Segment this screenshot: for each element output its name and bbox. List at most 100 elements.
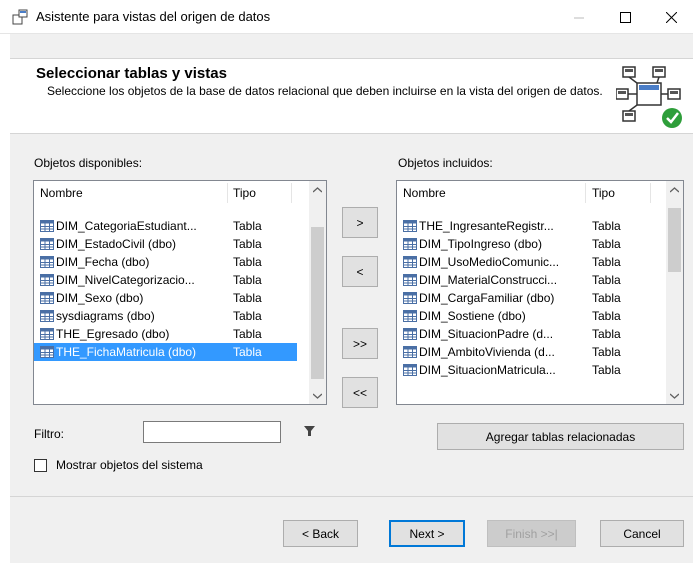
list-item[interactable]: DIM_EstadoCivil (dbo) Tabla [34,235,297,253]
table-icon [403,274,417,286]
item-name: DIM_UsoMedioComunic... [419,255,560,269]
item-type: Tabla [592,345,621,359]
item-type: Tabla [592,309,621,323]
list-item[interactable]: DIM_NivelCategorizacio... Tabla [34,271,297,289]
item-type: Tabla [233,309,262,323]
item-type: Tabla [233,255,262,269]
list-item[interactable]: DIM_Sexo (dbo) Tabla [34,289,297,307]
list-item[interactable]: DIM_Fecha (dbo) Tabla [34,253,297,271]
item-name: DIM_SituacionPadre (d... [419,327,554,341]
included-col-name[interactable]: Nombre [403,186,446,200]
page-title: Seleccionar tablas y vistas [36,65,227,82]
list-item[interactable]: DIM_SituacionMatricula... Tabla [397,361,654,379]
table-icon [40,328,54,340]
table-icon [40,274,54,286]
item-type: Tabla [592,291,621,305]
item-name: DIM_MaterialConstrucci... [419,273,558,287]
filter-funnel-icon[interactable] [304,426,315,437]
item-name: DIM_Fecha (dbo) [56,255,150,269]
list-item[interactable]: THE_FichaMatricula (dbo) Tabla [34,343,297,361]
list-item[interactable]: DIM_SituacionPadre (d... Tabla [397,325,654,343]
list-item[interactable]: DIM_CargaFamiliar (dbo) Tabla [397,289,654,307]
table-icon [403,346,417,358]
item-name: DIM_CategoriaEstudiant... [56,219,197,233]
list-item[interactable]: THE_IngresanteRegistr... Tabla [397,217,654,235]
cancel-button[interactable]: Cancel [600,520,684,547]
remove-selected-button[interactable]: < [342,256,378,287]
item-type: Tabla [233,327,262,341]
included-scrollbar[interactable] [666,181,683,404]
available-scroll-thumb[interactable] [311,227,324,379]
available-scrollbar[interactable] [309,181,326,404]
item-type: Tabla [592,273,621,287]
table-icon [40,292,54,304]
list-item[interactable]: DIM_AmbitoVivienda (d... Tabla [397,343,654,361]
item-name: THE_IngresanteRegistr... [419,219,554,233]
list-item[interactable]: sysdiagrams (dbo) Tabla [34,307,297,325]
item-name: DIM_Sexo (dbo) [56,291,144,305]
scroll-up-icon[interactable] [309,181,326,198]
scroll-down-icon[interactable] [666,387,683,404]
item-type: Tabla [233,219,262,233]
item-name: sysdiagrams (dbo) [56,309,155,323]
next-button[interactable]: Next > [389,520,465,547]
item-type: Tabla [592,327,621,341]
list-item[interactable]: DIM_MaterialConstrucci... Tabla [397,271,654,289]
window-title: Asistente para vistas del origen de dato… [36,9,271,24]
available-col-name[interactable]: Nombre [40,186,83,200]
item-type: Tabla [592,237,621,251]
add-related-tables-button[interactable]: Agregar tablas relacionadas [437,423,684,450]
item-name: DIM_EstadoCivil (dbo) [56,237,177,251]
table-icon [403,256,417,268]
maximize-button[interactable] [602,0,648,34]
list-item[interactable]: DIM_CategoriaEstudiant... Tabla [34,217,297,235]
item-name: DIM_Sostiene (dbo) [419,309,526,323]
table-icon [403,364,417,376]
remove-all-button[interactable]: << [342,377,378,408]
minimize-button[interactable] [556,0,602,34]
available-objects-list[interactable]: Nombre Tipo DIM_CategoriaEstudiant... Tab… [33,180,327,405]
list-item[interactable]: THE_Egresado (dbo) Tabla [34,325,297,343]
item-name: DIM_SituacionMatricula... [419,363,556,377]
data-source-view-icon [616,66,682,128]
wizard-app-icon [12,9,28,25]
item-name: DIM_NivelCategorizacio... [56,273,195,287]
item-type: Tabla [233,273,262,287]
back-button[interactable]: < Back [283,520,358,547]
table-icon [40,238,54,250]
close-button[interactable] [648,0,693,34]
included-list-header: Nombre Tipo [397,181,668,205]
included-scroll-thumb[interactable] [668,208,681,272]
included-label: Objetos incluidos: [398,156,493,170]
item-type: Tabla [592,363,621,377]
list-item[interactable]: DIM_UsoMedioComunic... Tabla [397,253,654,271]
table-icon [403,238,417,250]
item-name: DIM_AmbitoVivienda (d... [419,345,555,359]
filter-input[interactable] [143,421,281,443]
show-system-objects-checkbox[interactable] [34,459,47,472]
included-objects-list[interactable]: Nombre Tipo THE_IngresanteRegistr... Tabl… [396,180,684,405]
item-type: Tabla [233,291,262,305]
add-selected-button[interactable]: > [342,207,378,238]
item-name: DIM_CargaFamiliar (dbo) [419,291,555,305]
table-icon [40,310,54,322]
page-description: Seleccione los objetos de la base de dat… [47,84,603,98]
maximize-icon [619,11,631,23]
wizard-header: Seleccionar tablas y vistas Seleccione l… [10,58,693,134]
add-all-button[interactable]: >> [342,328,378,359]
finish-button[interactable]: Finish >>| [487,520,576,547]
scroll-up-icon[interactable] [666,181,683,198]
available-label: Objetos disponibles: [34,156,143,170]
table-icon [403,292,417,304]
item-type: Tabla [233,237,262,251]
available-col-type[interactable]: Tipo [233,186,256,200]
left-edge [0,34,10,563]
included-col-type[interactable]: Tipo [592,186,615,200]
title-bar: Asistente para vistas del origen de dato… [0,0,693,34]
close-icon [665,11,677,23]
list-item[interactable]: DIM_TipoIngreso (dbo) Tabla [397,235,654,253]
list-item[interactable]: DIM_Sostiene (dbo) Tabla [397,307,654,325]
table-icon [403,328,417,340]
table-icon [40,220,54,232]
scroll-down-icon[interactable] [309,387,326,404]
